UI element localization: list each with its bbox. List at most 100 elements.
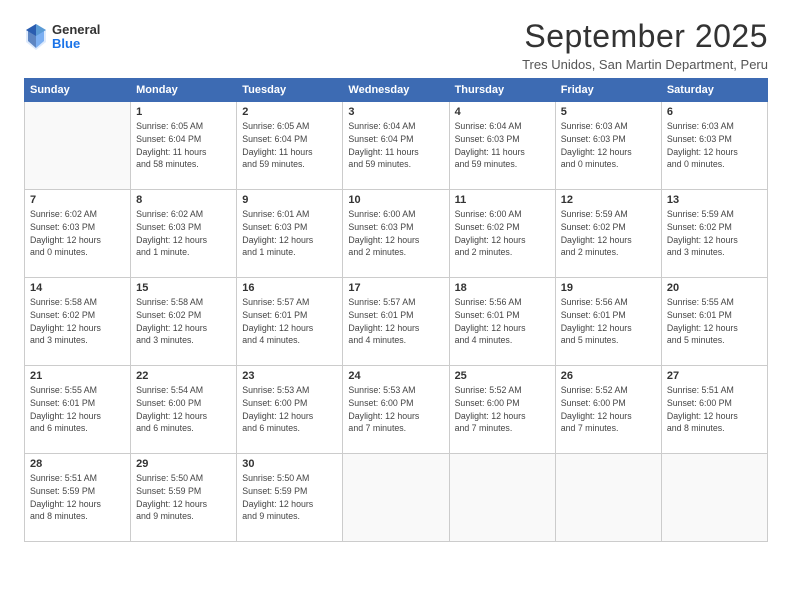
table-row: 26Sunrise: 5:52 AM Sunset: 6:00 PM Dayli… [555, 366, 661, 454]
day-info: Sunrise: 5:50 AM Sunset: 5:59 PM Dayligh… [242, 472, 337, 523]
day-number: 3 [348, 106, 443, 118]
table-row: 10Sunrise: 6:00 AM Sunset: 6:03 PM Dayli… [343, 190, 449, 278]
day-info: Sunrise: 5:51 AM Sunset: 6:00 PM Dayligh… [667, 384, 762, 435]
table-row: 2 Sunrise: 6:05 AM Sunset: 6:04 PM Daylig… [237, 102, 343, 190]
calendar-week-row: 7 Sunrise: 6:02 AM Sunset: 6:03 PM Daylig… [25, 190, 768, 278]
table-row: 24Sunrise: 5:53 AM Sunset: 6:00 PM Dayli… [343, 366, 449, 454]
header-monday: Monday [131, 79, 237, 102]
header-tuesday: Tuesday [237, 79, 343, 102]
day-info: Sunrise: 5:53 AM Sunset: 6:00 PM Dayligh… [348, 384, 443, 435]
table-row: 22 Sunrise: 5:54 AM Sunset: 6:00 PM Dayli… [131, 366, 237, 454]
header-sunday: Sunday [25, 79, 131, 102]
table-row: 4Sunrise: 6:04 AM Sunset: 6:03 PM Daylig… [449, 102, 555, 190]
table-row: 23 Sunrise: 5:53 AM Sunset: 6:00 PM Dayli… [237, 366, 343, 454]
day-info: Sunrise: 6:04 AM Sunset: 6:04 PM Dayligh… [348, 120, 443, 171]
table-row: 11Sunrise: 6:00 AM Sunset: 6:02 PM Dayli… [449, 190, 555, 278]
day-number: 20 [667, 282, 762, 294]
day-info: Sunrise: 6:00 AM Sunset: 6:03 PM Dayligh… [348, 208, 443, 259]
table-row: 5 Sunrise: 6:03 AM Sunset: 6:03 PM Daylig… [555, 102, 661, 190]
day-info: Sunrise: 5:56 AM Sunset: 6:01 PM Dayligh… [561, 296, 656, 347]
day-number: 12 [561, 194, 656, 206]
day-number: 7 [30, 194, 125, 206]
table-row: 8 Sunrise: 6:02 AM Sunset: 6:03 PM Daylig… [131, 190, 237, 278]
day-info: Sunrise: 5:57 AM Sunset: 6:01 PM Dayligh… [242, 296, 337, 347]
day-number: 22 [136, 370, 231, 382]
header-thursday: Thursday [449, 79, 555, 102]
table-row: 20 Sunrise: 5:55 AM Sunset: 6:01 PM Dayli… [661, 278, 767, 366]
calendar-week-row: 28 Sunrise: 5:51 AM Sunset: 5:59 PM Dayli… [25, 454, 768, 542]
day-number: 2 [242, 106, 337, 118]
day-info: Sunrise: 5:52 AM Sunset: 6:00 PM Dayligh… [455, 384, 550, 435]
day-info: Sunrise: 5:51 AM Sunset: 5:59 PM Dayligh… [30, 472, 125, 523]
calendar-week-row: 1 Sunrise: 6:05 AM Sunset: 6:04 PM Daylig… [25, 102, 768, 190]
table-row: 17 Sunrise: 5:57 AM Sunset: 6:01 PM Dayli… [343, 278, 449, 366]
table-row: 9 Sunrise: 6:01 AM Sunset: 6:03 PM Daylig… [237, 190, 343, 278]
day-number: 25 [455, 370, 550, 382]
header-wednesday: Wednesday [343, 79, 449, 102]
calendar: Sunday Monday Tuesday Wednesday Thursday… [24, 78, 768, 542]
day-number: 9 [242, 194, 337, 206]
day-info: Sunrise: 5:54 AM Sunset: 6:00 PM Dayligh… [136, 384, 231, 435]
calendar-header-row: Sunday Monday Tuesday Wednesday Thursday… [25, 79, 768, 102]
header: General Blue September 2025 Tres Unidos,… [24, 18, 768, 72]
table-row: 21Sunrise: 5:55 AM Sunset: 6:01 PM Dayli… [25, 366, 131, 454]
day-info: Sunrise: 6:05 AM Sunset: 6:04 PM Dayligh… [136, 120, 231, 171]
table-row [449, 454, 555, 542]
day-number: 28 [30, 458, 125, 470]
day-info: Sunrise: 5:50 AM Sunset: 5:59 PM Dayligh… [136, 472, 231, 523]
day-number: 5 [561, 106, 656, 118]
day-number: 23 [242, 370, 337, 382]
day-number: 30 [242, 458, 337, 470]
day-number: 4 [455, 106, 550, 118]
day-info: Sunrise: 6:05 AM Sunset: 6:04 PM Dayligh… [242, 120, 337, 171]
logo-text: General Blue [52, 23, 100, 52]
day-info: Sunrise: 5:58 AM Sunset: 6:02 PM Dayligh… [136, 296, 231, 347]
day-number: 27 [667, 370, 762, 382]
table-row: 16 Sunrise: 5:57 AM Sunset: 6:01 PM Dayli… [237, 278, 343, 366]
table-row: 28 Sunrise: 5:51 AM Sunset: 5:59 PM Dayli… [25, 454, 131, 542]
day-info: Sunrise: 5:55 AM Sunset: 6:01 PM Dayligh… [667, 296, 762, 347]
day-info: Sunrise: 5:59 AM Sunset: 6:02 PM Dayligh… [561, 208, 656, 259]
table-row: 30 Sunrise: 5:50 AM Sunset: 5:59 PM Dayli… [237, 454, 343, 542]
day-info: Sunrise: 5:58 AM Sunset: 6:02 PM Dayligh… [30, 296, 125, 347]
day-info: Sunrise: 6:03 AM Sunset: 6:03 PM Dayligh… [561, 120, 656, 171]
day-info: Sunrise: 5:57 AM Sunset: 6:01 PM Dayligh… [348, 296, 443, 347]
day-number: 29 [136, 458, 231, 470]
day-number: 6 [667, 106, 762, 118]
day-number: 8 [136, 194, 231, 206]
day-number: 19 [561, 282, 656, 294]
table-row: 6Sunrise: 6:03 AM Sunset: 6:03 PM Daylig… [661, 102, 767, 190]
header-friday: Friday [555, 79, 661, 102]
table-row: 29 Sunrise: 5:50 AM Sunset: 5:59 PM Dayli… [131, 454, 237, 542]
location: Tres Unidos, San Martin Department, Peru [522, 57, 768, 72]
table-row: 15 Sunrise: 5:58 AM Sunset: 6:02 PM Dayli… [131, 278, 237, 366]
month-title: September 2025 [522, 18, 768, 55]
day-number: 21 [30, 370, 125, 382]
table-row: 3 Sunrise: 6:04 AM Sunset: 6:04 PM Daylig… [343, 102, 449, 190]
table-row [555, 454, 661, 542]
table-row [661, 454, 767, 542]
day-info: Sunrise: 5:52 AM Sunset: 6:00 PM Dayligh… [561, 384, 656, 435]
table-row: 12 Sunrise: 5:59 AM Sunset: 6:02 PM Dayli… [555, 190, 661, 278]
table-row: 25 Sunrise: 5:52 AM Sunset: 6:00 PM Dayli… [449, 366, 555, 454]
day-number: 16 [242, 282, 337, 294]
day-number: 13 [667, 194, 762, 206]
day-number: 18 [455, 282, 550, 294]
table-row: 19 Sunrise: 5:56 AM Sunset: 6:01 PM Dayli… [555, 278, 661, 366]
table-row: 13Sunrise: 5:59 AM Sunset: 6:02 PM Dayli… [661, 190, 767, 278]
table-row: 18Sunrise: 5:56 AM Sunset: 6:01 PM Dayli… [449, 278, 555, 366]
table-row: 14Sunrise: 5:58 AM Sunset: 6:02 PM Dayli… [25, 278, 131, 366]
logo-blue-text: Blue [52, 37, 100, 51]
day-number: 17 [348, 282, 443, 294]
title-block: September 2025 Tres Unidos, San Martin D… [522, 18, 768, 72]
day-info: Sunrise: 6:02 AM Sunset: 6:03 PM Dayligh… [30, 208, 125, 259]
day-number: 11 [455, 194, 550, 206]
table-row [25, 102, 131, 190]
day-number: 15 [136, 282, 231, 294]
day-number: 1 [136, 106, 231, 118]
day-info: Sunrise: 5:53 AM Sunset: 6:00 PM Dayligh… [242, 384, 337, 435]
table-row [343, 454, 449, 542]
day-info: Sunrise: 6:01 AM Sunset: 6:03 PM Dayligh… [242, 208, 337, 259]
table-row: 7 Sunrise: 6:02 AM Sunset: 6:03 PM Daylig… [25, 190, 131, 278]
day-info: Sunrise: 6:02 AM Sunset: 6:03 PM Dayligh… [136, 208, 231, 259]
